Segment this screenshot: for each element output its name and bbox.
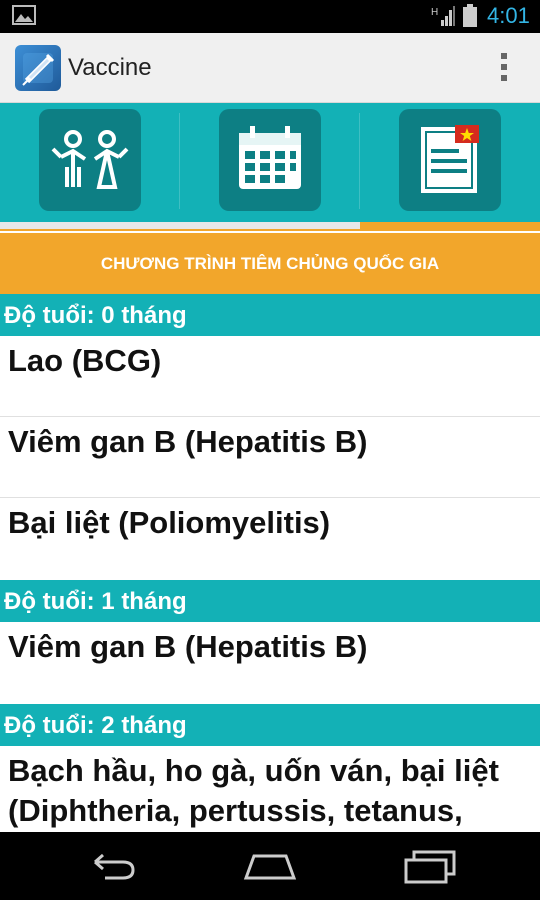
vaccine-schedule-list[interactable]: Độ tuổi: 0 tháng Lao (BCG) Viêm gan B (H… <box>0 294 540 832</box>
program-banner: CHƯƠNG TRÌNH TIÊM CHỦNG QUỐC GIA <box>0 233 540 294</box>
status-bar: H 4:01 <box>0 0 540 33</box>
clock-time: 4:01 <box>487 3 530 28</box>
list-item[interactable]: Viêm gan B (Hepatitis B) <box>0 417 540 498</box>
tab-indicator-selected <box>360 222 540 229</box>
tab-calendar[interactable] <box>180 103 360 231</box>
app-title: Vaccine <box>68 54 152 81</box>
age-header: Độ tuổi: 0 tháng <box>0 294 540 336</box>
age-header: Độ tuổi: 2 tháng <box>0 704 540 746</box>
tab-family[interactable] <box>0 103 180 231</box>
tab-bar <box>0 103 540 231</box>
action-bar: Vaccine <box>0 33 540 103</box>
tab-indicator <box>180 222 360 229</box>
family-icon <box>39 109 141 211</box>
gallery-icon <box>12 5 36 25</box>
list-item[interactable]: Bại liệt (Poliomyelitis) <box>0 498 540 580</box>
syringe-icon[interactable] <box>15 45 61 91</box>
recent-apps-icon[interactable] <box>400 846 460 886</box>
list-item[interactable]: Bạch hầu, ho gà, uốn ván, bại liệt (Diph… <box>0 746 540 832</box>
age-header: Độ tuổi: 1 tháng <box>0 580 540 622</box>
back-icon[interactable] <box>83 846 143 886</box>
calendar-icon <box>219 109 321 211</box>
list-item[interactable]: Lao (BCG) <box>0 336 540 417</box>
svg-text:H: H <box>431 7 438 18</box>
tab-indicator <box>0 222 180 229</box>
overflow-menu-icon[interactable] <box>498 53 510 85</box>
navigation-bar <box>0 832 540 900</box>
flag-document-icon <box>399 109 501 211</box>
tab-national-program[interactable] <box>360 103 540 231</box>
signal-icon: H <box>431 6 455 26</box>
home-icon[interactable] <box>240 846 300 886</box>
list-item[interactable]: Viêm gan B (Hepatitis B) <box>0 622 540 704</box>
battery-icon <box>463 4 477 27</box>
